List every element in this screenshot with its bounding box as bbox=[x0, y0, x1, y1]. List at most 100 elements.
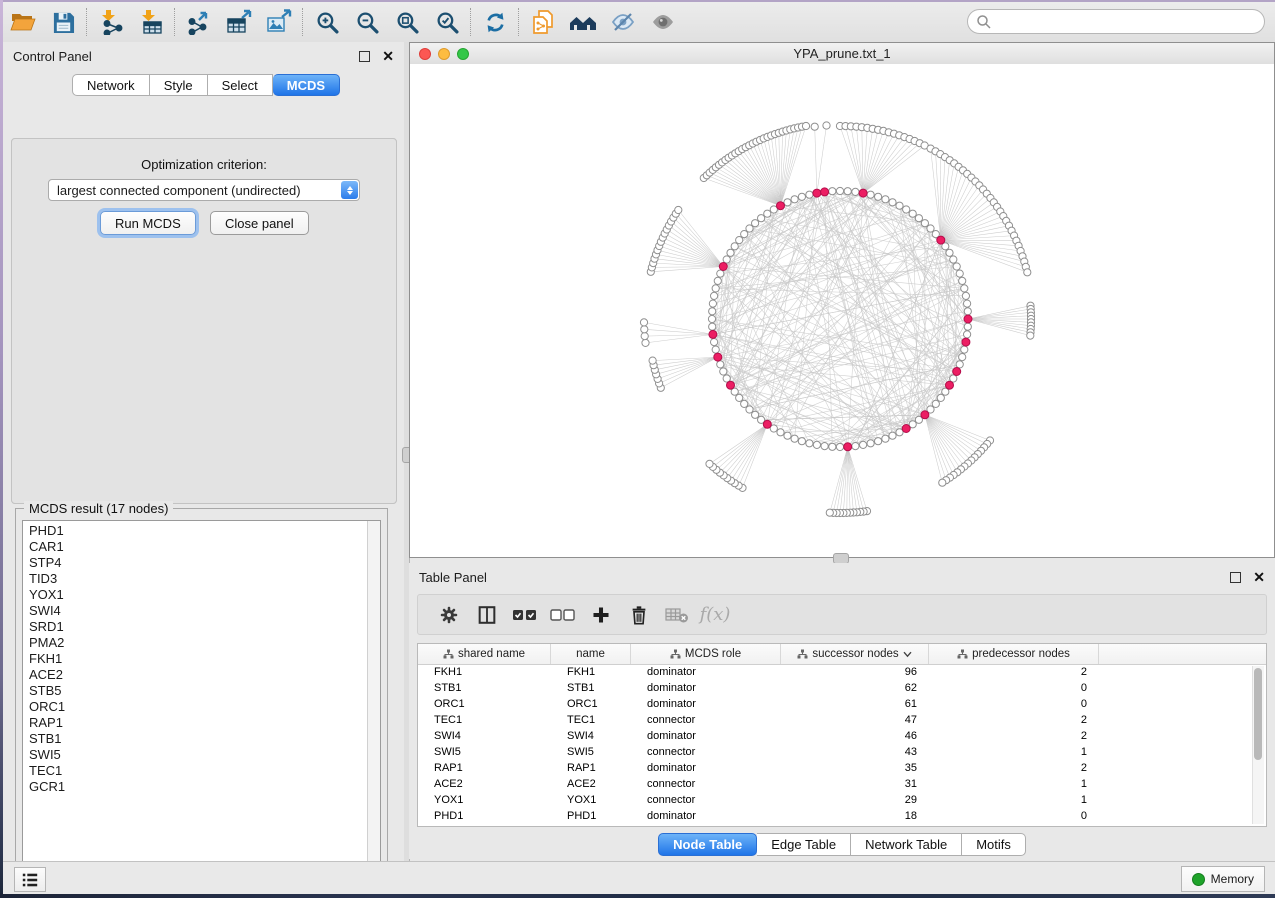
refresh-icon[interactable] bbox=[475, 5, 515, 39]
table-row[interactable]: ACE2ACE2connector311 bbox=[418, 776, 1252, 792]
mcds-result-item[interactable]: PMA2 bbox=[23, 635, 367, 651]
table-scrollbar[interactable] bbox=[1252, 666, 1264, 824]
table-cell: 29 bbox=[781, 794, 929, 806]
show-columns-icon[interactable] bbox=[468, 598, 506, 632]
select-all-icon[interactable] bbox=[506, 598, 544, 632]
column-label: shared name bbox=[458, 648, 525, 660]
save-session-icon[interactable] bbox=[43, 5, 83, 39]
network-canvas[interactable] bbox=[410, 64, 1274, 557]
column-header-predecessor-nodes[interactable]: predecessor nodes bbox=[929, 644, 1099, 664]
tab-motifs[interactable]: Motifs bbox=[962, 833, 1026, 856]
mcds-result-item[interactable]: SWI5 bbox=[23, 747, 367, 763]
copy-network-icon[interactable] bbox=[523, 5, 563, 39]
mcds-result-item[interactable]: ACE2 bbox=[23, 667, 367, 683]
table-cell: 1 bbox=[929, 746, 1099, 758]
tab-mcds[interactable]: MCDS bbox=[273, 74, 340, 96]
search-field[interactable] bbox=[967, 9, 1265, 34]
optimization-criterion-select[interactable]: largest connected component (undirected) bbox=[48, 179, 360, 201]
table-scrollbar-thumb[interactable] bbox=[1254, 668, 1262, 760]
tab-node-table[interactable]: Node Table bbox=[658, 833, 757, 856]
memory-button[interactable]: Memory bbox=[1181, 866, 1265, 892]
hide-panel-eye-icon[interactable] bbox=[603, 5, 643, 39]
search-input[interactable] bbox=[992, 14, 1256, 30]
close-table-panel-icon[interactable]: ✕ bbox=[1253, 570, 1265, 584]
float-table-panel-icon[interactable] bbox=[1230, 572, 1241, 583]
toolbar-separator bbox=[302, 8, 304, 36]
mcds-result-item[interactable]: YOX1 bbox=[23, 587, 367, 603]
column-header-name[interactable]: name bbox=[551, 644, 631, 664]
task-history-button[interactable] bbox=[14, 867, 46, 892]
column-header-successor-nodes[interactable]: successor nodes bbox=[781, 644, 929, 664]
table-row[interactable]: PHD1PHD1dominator180 bbox=[418, 808, 1252, 824]
table-cell: TEC1 bbox=[418, 714, 551, 726]
mcds-result-item[interactable]: FKH1 bbox=[23, 651, 367, 667]
mcds-result-item[interactable]: CAR1 bbox=[23, 539, 367, 555]
table-cell: dominator bbox=[631, 730, 781, 742]
table-row[interactable]: STB1STB1dominator620 bbox=[418, 680, 1252, 696]
mcds-result-item[interactable]: PHD1 bbox=[23, 523, 367, 539]
table-cell: dominator bbox=[631, 698, 781, 710]
float-panel-icon[interactable] bbox=[359, 51, 370, 62]
zoom-fit-icon[interactable] bbox=[387, 5, 427, 39]
open-file-icon[interactable] bbox=[3, 5, 43, 39]
table-cell: 1 bbox=[929, 778, 1099, 790]
table-cell: FKH1 bbox=[551, 666, 631, 678]
table-row[interactable]: SWI4SWI4dominator462 bbox=[418, 728, 1252, 744]
select-stepper-icon bbox=[341, 181, 358, 199]
mcds-result-item[interactable]: SWI4 bbox=[23, 603, 367, 619]
mcds-result-item[interactable]: ORC1 bbox=[23, 699, 367, 715]
mcds-result-item[interactable]: GCR1 bbox=[23, 779, 367, 795]
tab-edge-table[interactable]: Edge Table bbox=[757, 833, 851, 856]
mcds-result-item[interactable]: STB1 bbox=[23, 731, 367, 747]
node-table-header: shared name nameMCDS role successor nodes p… bbox=[418, 644, 1266, 665]
table-row[interactable]: RAP1RAP1dominator352 bbox=[418, 760, 1252, 776]
show-panel-eye-icon[interactable] bbox=[643, 5, 683, 39]
tab-network[interactable]: Network bbox=[72, 74, 150, 96]
import-network-icon[interactable] bbox=[91, 5, 131, 39]
mcds-result-list[interactable]: PHD1CAR1STP4TID3YOX1SWI4SRD1PMA2FKH1ACE2… bbox=[22, 520, 381, 875]
delete-column-trash-icon[interactable] bbox=[620, 598, 658, 632]
close-panel-icon[interactable]: ✕ bbox=[382, 49, 394, 63]
table-cell: 0 bbox=[929, 810, 1099, 822]
mcds-result-item[interactable]: RAP1 bbox=[23, 715, 367, 731]
close-panel-button[interactable]: Close panel bbox=[210, 211, 309, 235]
table-row[interactable]: SWI5SWI5connector431 bbox=[418, 744, 1252, 760]
mcds-result-group: MCDS result (17 nodes) PHD1CAR1STP4TID3Y… bbox=[15, 508, 388, 882]
mcds-result-item[interactable]: STP4 bbox=[23, 555, 367, 571]
export-network-icon[interactable] bbox=[179, 5, 219, 39]
zoom-out-icon[interactable] bbox=[347, 5, 387, 39]
mcds-list-scrollbar[interactable] bbox=[367, 521, 380, 874]
zoom-selected-icon[interactable] bbox=[427, 5, 467, 39]
mcds-result-item[interactable]: TID3 bbox=[23, 571, 367, 587]
table-cell: dominator bbox=[631, 762, 781, 774]
column-label: successor nodes bbox=[812, 648, 898, 660]
table-row[interactable]: YOX1YOX1connector291 bbox=[418, 792, 1252, 808]
export-table-icon[interactable] bbox=[219, 5, 259, 39]
table-panel-tabs: Node TableEdge TableNetwork TableMotifs bbox=[409, 833, 1275, 856]
control-panel-header: Control Panel ✕ bbox=[3, 42, 404, 70]
tab-style[interactable]: Style bbox=[150, 74, 208, 96]
mcds-result-item[interactable]: TEC1 bbox=[23, 763, 367, 779]
table-row[interactable]: FKH1FKH1dominator962 bbox=[418, 664, 1252, 680]
run-mcds-button[interactable]: Run MCDS bbox=[100, 211, 196, 235]
table-row[interactable]: ORC1ORC1dominator610 bbox=[418, 696, 1252, 712]
table-settings-gear-icon[interactable] bbox=[430, 598, 468, 632]
column-header-MCDS-role[interactable]: MCDS role bbox=[631, 644, 781, 664]
zoom-in-icon[interactable] bbox=[307, 5, 347, 39]
export-image-icon[interactable] bbox=[259, 5, 299, 39]
mcds-result-item[interactable]: SRD1 bbox=[23, 619, 367, 635]
add-column-icon[interactable] bbox=[582, 598, 620, 632]
tab-network-table[interactable]: Network Table bbox=[851, 833, 962, 856]
tab-select[interactable]: Select bbox=[208, 74, 273, 96]
table-cell: PHD1 bbox=[418, 810, 551, 822]
table-cell: STB1 bbox=[551, 682, 631, 694]
first-neighbors-icon[interactable] bbox=[563, 5, 603, 39]
column-header-shared-name[interactable]: shared name bbox=[418, 644, 551, 664]
mcds-result-items: PHD1CAR1STP4TID3YOX1SWI4SRD1PMA2FKH1ACE2… bbox=[23, 523, 367, 874]
deselect-all-icon[interactable] bbox=[544, 598, 582, 632]
table-cell: 2 bbox=[929, 730, 1099, 742]
mcds-result-item[interactable]: STB5 bbox=[23, 683, 367, 699]
table-row[interactable]: TEC1TEC1connector472 bbox=[418, 712, 1252, 728]
table-cell: connector bbox=[631, 714, 781, 726]
import-table-icon[interactable] bbox=[131, 5, 171, 39]
